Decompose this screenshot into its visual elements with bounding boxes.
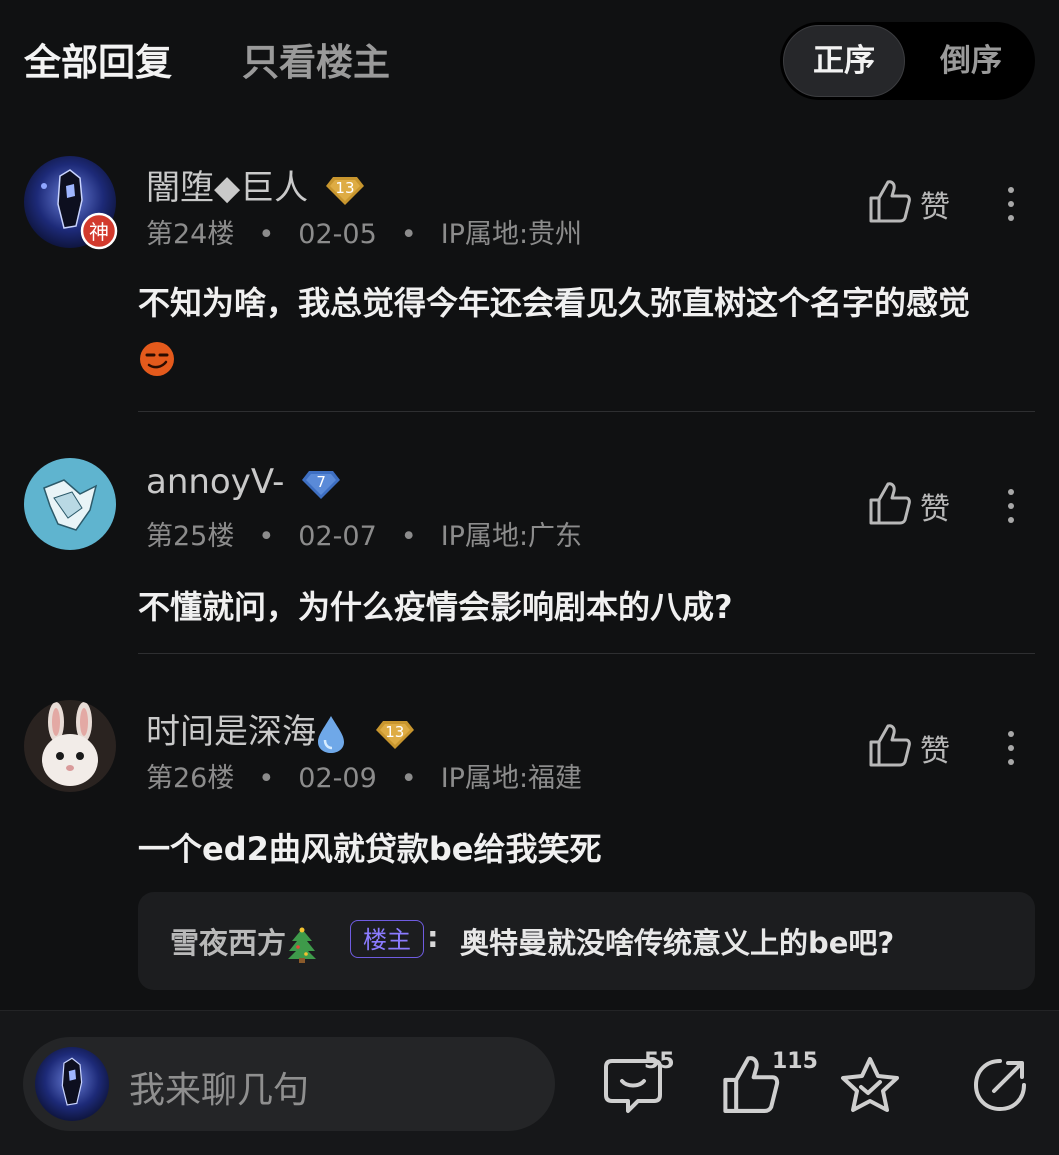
comment-input[interactable]: 我来聊几句 <box>23 1037 555 1131</box>
reply-colon: : <box>427 920 439 954</box>
share-icon[interactable] <box>970 1055 1030 1115</box>
post-date: 02-09 <box>298 763 377 794</box>
level-badge: 7 <box>301 468 341 500</box>
bottom-action-bar: 我来聊几句 55 115 <box>0 1010 1059 1155</box>
tab-all-replies[interactable]: 全部回复 <box>24 32 172 86</box>
christmas-tree-icon <box>288 927 317 963</box>
comment-text: 不懂就问，为什么疫情会影响剧本的八成? <box>138 588 733 626</box>
sort-descending-button[interactable]: 倒序 <box>910 25 1032 97</box>
more-options-icon[interactable] <box>1002 182 1020 226</box>
sort-ascending-button[interactable]: 正序 <box>783 25 905 97</box>
my-avatar <box>35 1047 109 1121</box>
like-count: 115 <box>772 1049 818 1074</box>
level-badge: 13 <box>325 174 365 206</box>
divider <box>138 411 1035 412</box>
more-options-icon[interactable] <box>1002 726 1020 770</box>
reply-filter-header: 全部回复 只看楼主 正序 倒序 <box>0 0 1059 110</box>
thumbs-up-icon <box>869 724 911 767</box>
tab-op-only[interactable]: 只看楼主 <box>242 32 390 86</box>
reply-author[interactable]: 雪夜西方 <box>170 920 318 963</box>
more-options-icon[interactable] <box>1002 484 1020 528</box>
floor-number: 第24楼 <box>146 219 235 250</box>
thumbs-up-icon <box>869 482 911 525</box>
floor-number: 第25楼 <box>146 521 235 552</box>
username-text: 闇堕◆巨人 <box>146 168 309 208</box>
like-button[interactable]: 赞 <box>868 178 958 226</box>
username[interactable]: annoyV- 7 <box>146 462 341 502</box>
username-text: 时间是深海 <box>146 712 316 752</box>
username[interactable]: 时间是深海 13 <box>146 704 415 754</box>
comment-meta: 第25楼 • 02-07 • IP属地:广东 <box>146 521 583 552</box>
level-badge: 13 <box>375 718 415 750</box>
comment-count: 55 <box>644 1049 675 1074</box>
comment-text: 一个ed2曲风就贷款be给我笑死 <box>138 830 602 868</box>
ip-location: IP属地:广东 <box>440 521 583 552</box>
like-label: 赞 <box>920 190 950 225</box>
water-drop-icon <box>318 715 344 753</box>
favorite-star-icon[interactable] <box>838 1055 902 1115</box>
op-badge: 楼主 <box>350 920 424 958</box>
reply-text: 奥特曼就没啥传统意义上的be吧? <box>460 926 895 960</box>
post-date: 02-07 <box>298 521 377 552</box>
avatar-badge-label: 神 <box>89 220 109 244</box>
comment-meta: 第26楼 • 02-09 • IP属地:福建 <box>146 763 583 794</box>
ip-location: IP属地:福建 <box>440 763 583 794</box>
like-button[interactable]: 赞 <box>868 480 958 528</box>
like-label: 赞 <box>920 492 950 527</box>
floor-number: 第26楼 <box>146 763 235 794</box>
ip-location: IP属地:贵州 <box>440 219 583 250</box>
username-text: annoyV- <box>146 462 285 502</box>
avatar[interactable] <box>24 458 116 550</box>
sort-toggle: 正序 倒序 <box>780 22 1035 100</box>
divider <box>138 653 1035 654</box>
avatar[interactable] <box>24 700 116 792</box>
like-label: 赞 <box>920 734 950 769</box>
comment-text: 不知为啥，我总觉得今年还会看见久弥直树这个名字的感觉 <box>138 276 1018 384</box>
input-placeholder: 我来聊几句 <box>129 1070 310 1111</box>
post-date: 02-05 <box>298 219 377 250</box>
thumbs-up-icon <box>869 180 911 223</box>
like-button[interactable]: 赞 <box>868 722 958 770</box>
username[interactable]: 闇堕◆巨人 13 <box>146 160 365 209</box>
smirk-emoji-icon <box>140 342 174 376</box>
comment-meta: 第24楼 • 02-05 • IP属地:贵州 <box>146 219 583 250</box>
sub-reply[interactable]: 雪夜西方 楼主 : 奥特曼就没啥传统意义上的be吧? <box>138 892 1035 990</box>
